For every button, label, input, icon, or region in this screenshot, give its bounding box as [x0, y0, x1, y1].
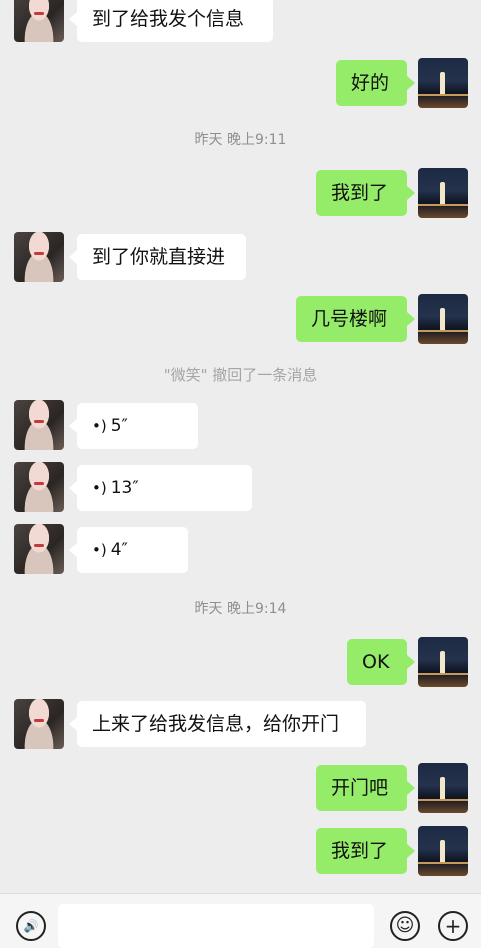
voice-input-icon[interactable]: 🔊 [16, 911, 46, 941]
contact-avatar[interactable] [14, 0, 64, 42]
message-text: 上来了给我发信息，给你开门 [92, 713, 340, 735]
my-avatar[interactable] [418, 763, 468, 813]
message-row: •) 13″ [0, 462, 481, 514]
plus-icon[interactable]: + [438, 911, 468, 941]
message-row: 我到了 [0, 826, 481, 876]
message-text: 好的 [351, 72, 390, 94]
message-row: OK [0, 637, 481, 687]
message-bubble-outgoing[interactable]: 我到了 [316, 170, 415, 216]
message-row: 到了给我发个信息 [0, 0, 481, 46]
voice-wave-icon: •) [92, 479, 107, 497]
message-bubble-incoming[interactable]: 到了你就直接进 [69, 234, 246, 280]
chat-message-area[interactable]: 到了给我发个信息 好的 昨天 晚上9:11 我到了 到了你就直接进 几号楼啊 "… [0, 0, 481, 893]
voice-input-glyph: 🔊 [23, 919, 39, 933]
message-bubble-outgoing[interactable]: 我到了 [316, 828, 415, 874]
contact-avatar[interactable] [14, 462, 64, 512]
input-bar: 🔊 ☺ + [0, 893, 481, 948]
timestamp: 昨天 晚上9:14 [194, 601, 287, 617]
voice-wave-icon: •) [92, 541, 107, 559]
voice-duration: 5″ [110, 416, 128, 436]
message-row: •) 5″ [0, 400, 481, 452]
contact-avatar[interactable] [14, 524, 64, 574]
message-bubble-incoming[interactable]: 到了给我发个信息 [69, 0, 273, 42]
my-avatar[interactable] [418, 168, 468, 218]
contact-avatar[interactable] [14, 699, 64, 749]
message-text: 到了给我发个信息 [92, 8, 245, 30]
voice-duration: 13″ [110, 478, 139, 498]
message-text: 我到了 [331, 840, 389, 862]
message-text: 几号楼啊 [311, 308, 388, 330]
voice-message-bubble[interactable]: •) 13″ [69, 465, 252, 511]
message-bubble-outgoing[interactable]: 开门吧 [316, 765, 415, 811]
message-input[interactable] [58, 904, 374, 948]
message-text: 到了你就直接进 [92, 246, 226, 268]
message-row: 好的 [0, 58, 481, 108]
voice-duration: 4″ [110, 540, 128, 560]
voice-message-bubble[interactable]: •) 5″ [69, 403, 198, 449]
message-row: 我到了 [0, 168, 481, 218]
message-bubble-outgoing[interactable]: OK [347, 639, 415, 685]
timestamp: 昨天 晚上9:11 [194, 132, 287, 148]
my-avatar[interactable] [418, 637, 468, 687]
contact-avatar[interactable] [14, 400, 64, 450]
message-row: 几号楼啊 [0, 294, 481, 344]
recall-notice: "微笑" 撤回了一条消息 [163, 366, 318, 384]
emoji-glyph: ☺ [395, 915, 415, 936]
message-row: 开门吧 [0, 763, 481, 813]
my-avatar[interactable] [418, 58, 468, 108]
my-avatar[interactable] [418, 294, 468, 344]
message-row: 到了你就直接进 [0, 232, 481, 282]
message-row: •) 4″ [0, 524, 481, 576]
message-bubble-outgoing[interactable]: 几号楼啊 [296, 296, 415, 342]
message-text: OK [362, 651, 390, 673]
voice-wave-icon: •) [92, 417, 107, 435]
plus-glyph: + [444, 914, 462, 938]
message-bubble-outgoing[interactable]: 好的 [336, 60, 415, 106]
voice-message-bubble[interactable]: •) 4″ [69, 527, 188, 573]
message-row: 上来了给我发信息，给你开门 [0, 699, 481, 749]
message-bubble-incoming[interactable]: 上来了给我发信息，给你开门 [69, 701, 366, 747]
contact-avatar[interactable] [14, 232, 64, 282]
message-text: 开门吧 [331, 777, 389, 799]
message-text: 我到了 [331, 182, 389, 204]
my-avatar[interactable] [418, 826, 468, 876]
emoji-icon[interactable]: ☺ [390, 911, 420, 941]
